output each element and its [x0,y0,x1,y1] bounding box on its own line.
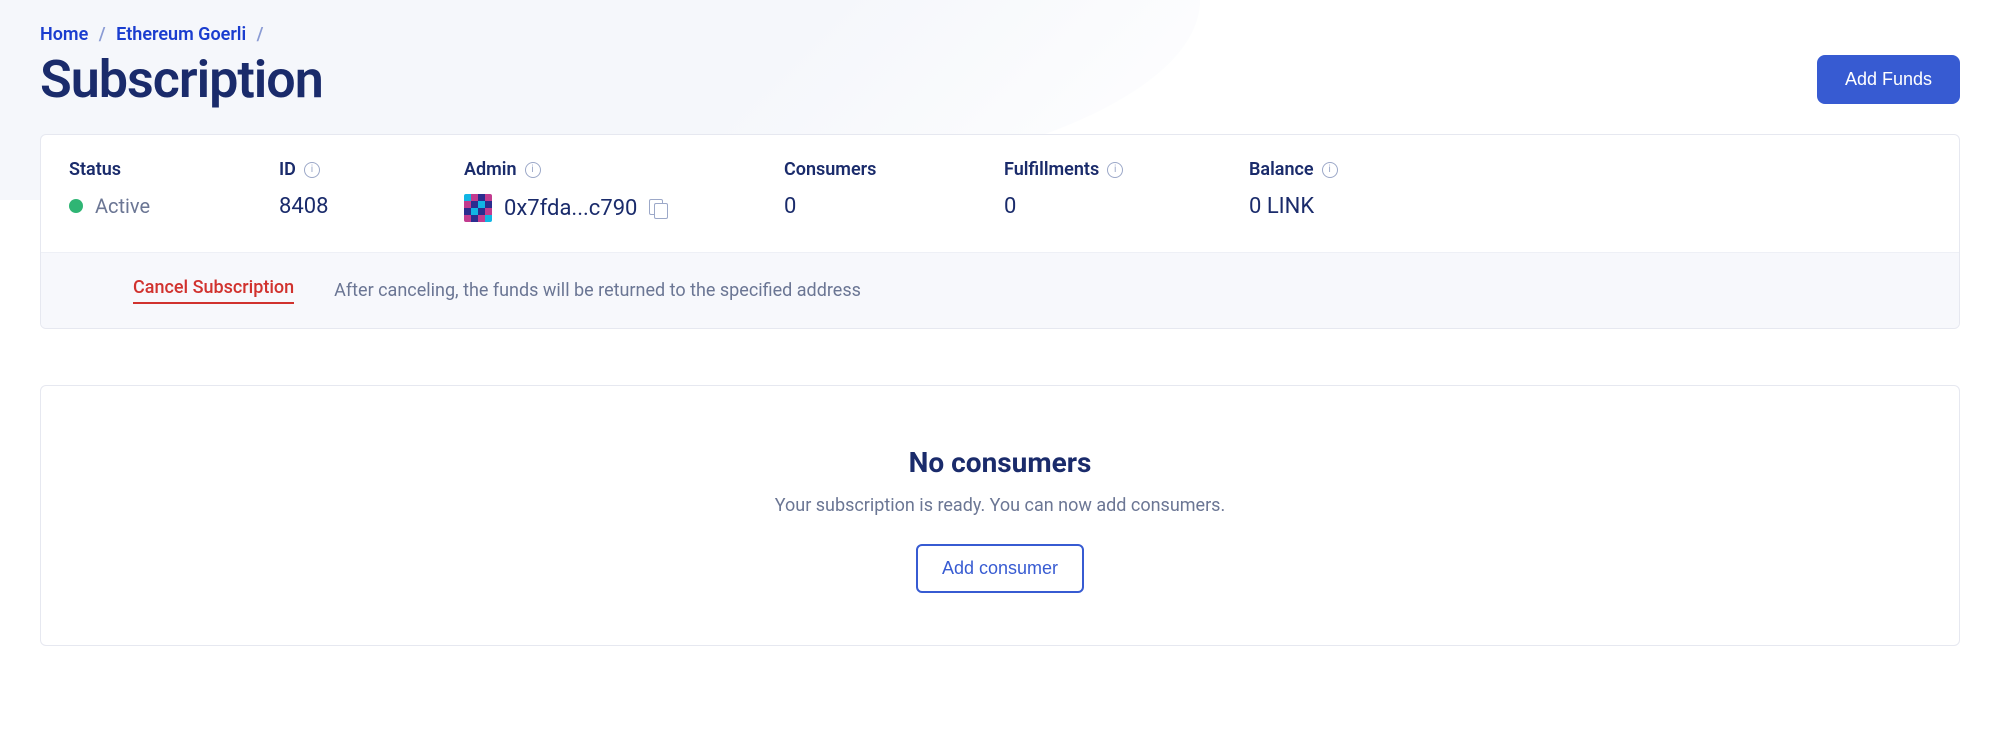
add-funds-button[interactable]: Add Funds [1817,55,1960,104]
admin-address: 0x7fda...c790 [504,196,637,221]
info-icon[interactable]: i [1107,162,1123,178]
id-label: ID [279,159,296,180]
breadcrumb-home[interactable]: Home [40,24,88,45]
consumers-card: No consumers Your subscription is ready.… [40,385,1960,646]
breadcrumb: Home / Ethereum Goerli / [40,24,1960,45]
fulfillments-label: Fulfillments [1004,159,1099,180]
consumers-value: 0 [784,194,984,219]
breadcrumb-separator: / [257,24,264,45]
id-value: 8408 [279,194,444,219]
fulfillments-value: 0 [1004,194,1229,219]
identicon-icon [464,194,492,222]
info-icon[interactable]: i [304,162,320,178]
info-icon[interactable]: i [1322,162,1338,178]
page-title: Subscription [40,49,323,110]
info-icon[interactable]: i [525,162,541,178]
subscription-info-card: Status Active ID i 8408 Admin i [40,134,1960,329]
breadcrumb-network[interactable]: Ethereum Goerli [116,24,246,45]
status-value: Active [95,194,150,218]
cancel-subscription-link[interactable]: Cancel Subscription [133,277,294,304]
balance-label: Balance [1249,159,1314,180]
balance-value: 0 LINK [1249,194,1931,219]
status-dot-icon [69,199,83,213]
add-consumer-button[interactable]: Add consumer [916,544,1084,593]
breadcrumb-separator: / [99,24,106,45]
copy-icon[interactable] [649,199,667,217]
status-label: Status [69,159,259,180]
admin-label: Admin [464,159,517,180]
cancel-description: After canceling, the funds will be retur… [334,280,861,301]
consumers-label: Consumers [784,159,984,180]
no-consumers-title: No consumers [69,446,1931,479]
no-consumers-description: Your subscription is ready. You can now … [69,495,1931,516]
